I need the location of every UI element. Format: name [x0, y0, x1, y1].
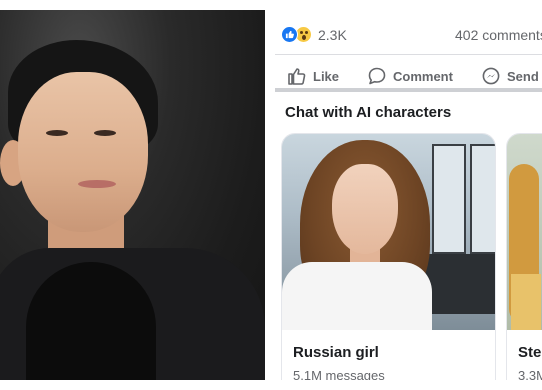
- reactions-summary[interactable]: 2.3K: [281, 26, 347, 43]
- character-info: Ste 3.3M: [507, 330, 542, 380]
- post-panel: 2.3K 402 comments Like Comment Send Chat…: [275, 10, 542, 380]
- reaction-count: 2.3K: [318, 26, 347, 43]
- like-reaction-icon: [281, 26, 298, 43]
- character-card[interactable]: Russian girl 5.1M messages: [281, 133, 496, 380]
- comment-bubble-icon: [368, 67, 386, 85]
- character-card[interactable]: Ste 3.3M: [506, 133, 542, 380]
- post-stats: 2.3K 402 comments: [275, 24, 542, 48]
- character-name: Russian girl: [293, 344, 379, 361]
- character-info: Russian girl 5.1M messages: [282, 330, 495, 380]
- character-name: Ste: [518, 344, 542, 361]
- thumbs-up-icon: [288, 68, 306, 85]
- divider: [275, 54, 542, 55]
- messenger-icon: [482, 67, 500, 85]
- send-label: Send: [507, 68, 539, 84]
- like-label: Like: [313, 68, 340, 84]
- section-title: Chat with AI characters: [285, 104, 452, 121]
- character-image: [507, 134, 542, 330]
- character-image: [282, 134, 495, 330]
- speaker-photo: [0, 10, 265, 380]
- character-message-count: 3.3M: [518, 368, 542, 380]
- section-divider: [275, 88, 542, 92]
- comments-count-link[interactable]: 402 comments: [455, 27, 542, 43]
- character-message-count: 5.1M messages: [293, 368, 385, 380]
- comment-label: Comment: [393, 68, 453, 84]
